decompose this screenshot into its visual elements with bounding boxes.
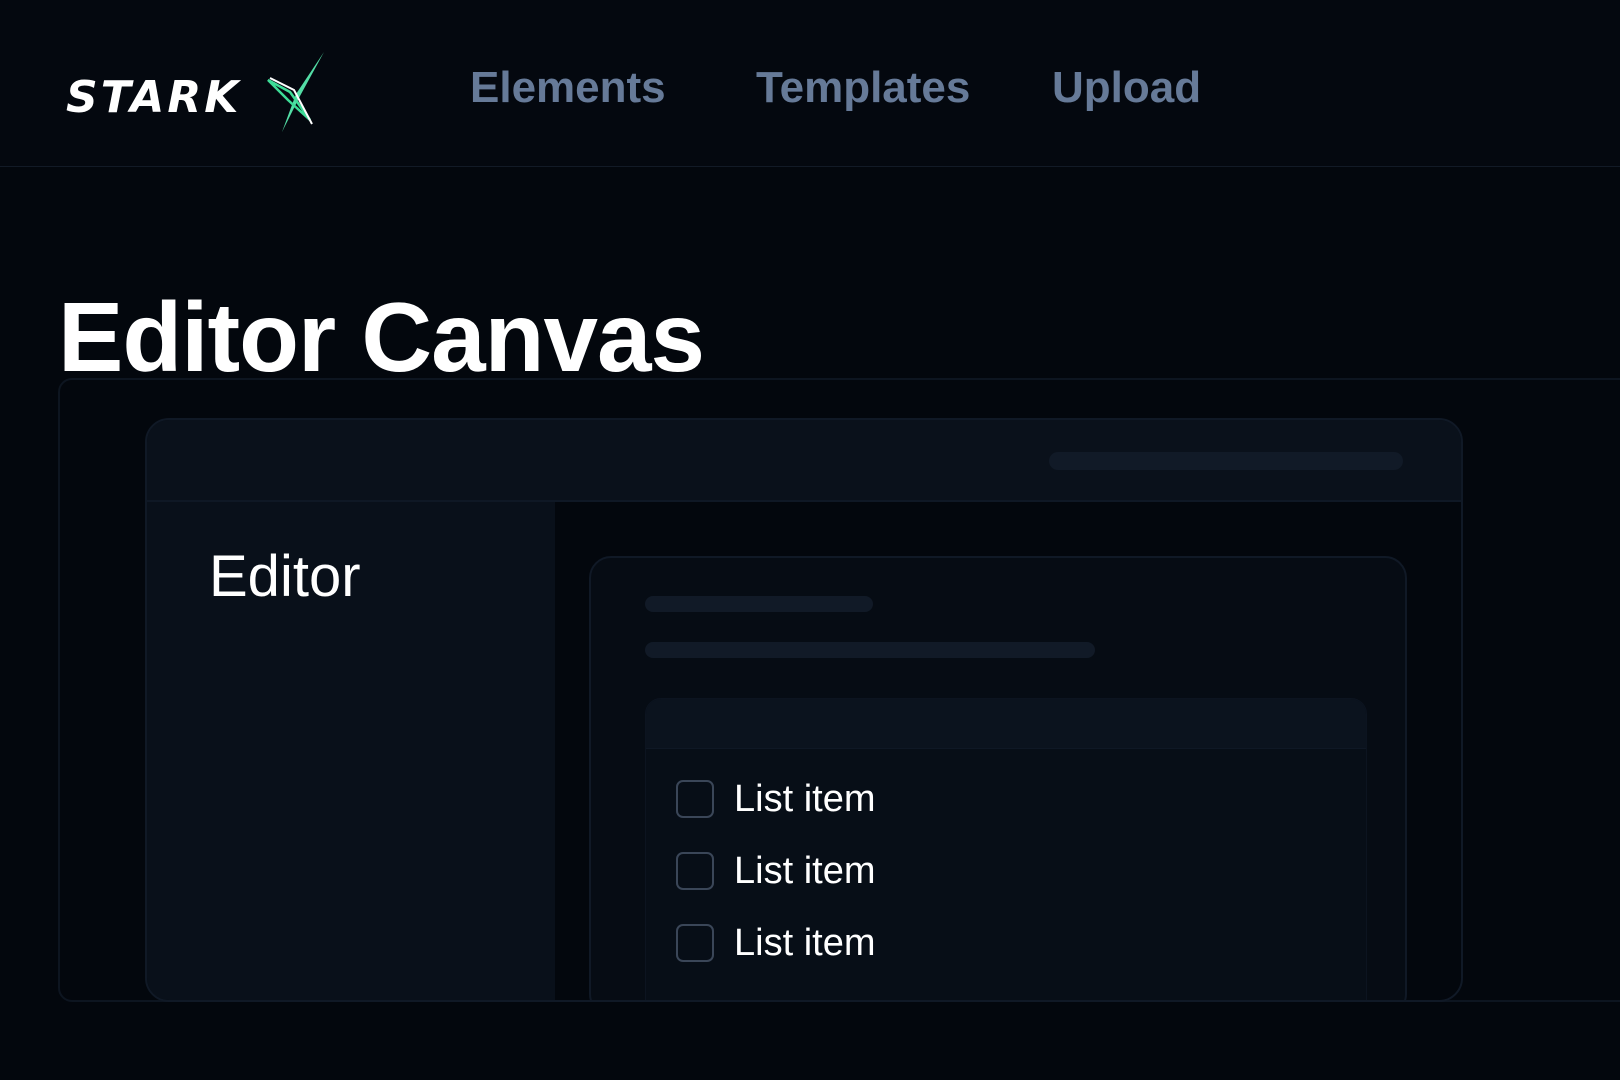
list-item-label: List item xyxy=(734,849,876,892)
content-card: List item List item List item xyxy=(589,556,1407,1000)
skeleton-line-short xyxy=(645,596,873,612)
nav-templates-link[interactable]: Templates xyxy=(756,60,970,116)
editor-titlebar xyxy=(147,420,1461,502)
list-item[interactable]: List item xyxy=(676,921,875,965)
list-item[interactable]: List item xyxy=(676,849,875,893)
checkbox[interactable] xyxy=(676,852,714,890)
nav-elements-link[interactable]: Elements xyxy=(470,60,666,116)
logo-x-icon xyxy=(267,52,324,132)
page-title: Editor Canvas xyxy=(58,281,705,392)
editor-window-mockup: Editor List item List item List item xyxy=(145,418,1463,1002)
list-item-label: List item xyxy=(734,777,876,820)
editor-sidebar: Editor xyxy=(147,502,555,1000)
checklist-panel: List item List item List item xyxy=(645,698,1367,1000)
skeleton-line-long xyxy=(645,642,1095,658)
editor-main-area: List item List item List item xyxy=(555,502,1461,1000)
top-navigation-bar: STARK Elements Templates Upload xyxy=(0,0,1620,167)
list-item-label: List item xyxy=(734,921,876,964)
starkx-logo[interactable]: STARK xyxy=(66,50,328,134)
titlebar-placeholder-bar xyxy=(1049,452,1403,470)
checklist-header xyxy=(646,699,1366,749)
sidebar-title: Editor xyxy=(209,544,361,609)
logo-wordmark: STARK xyxy=(66,72,242,123)
nav-upload-link[interactable]: Upload xyxy=(1052,60,1201,116)
list-item[interactable]: List item xyxy=(676,777,875,821)
checkbox[interactable] xyxy=(676,780,714,818)
checkbox[interactable] xyxy=(676,924,714,962)
